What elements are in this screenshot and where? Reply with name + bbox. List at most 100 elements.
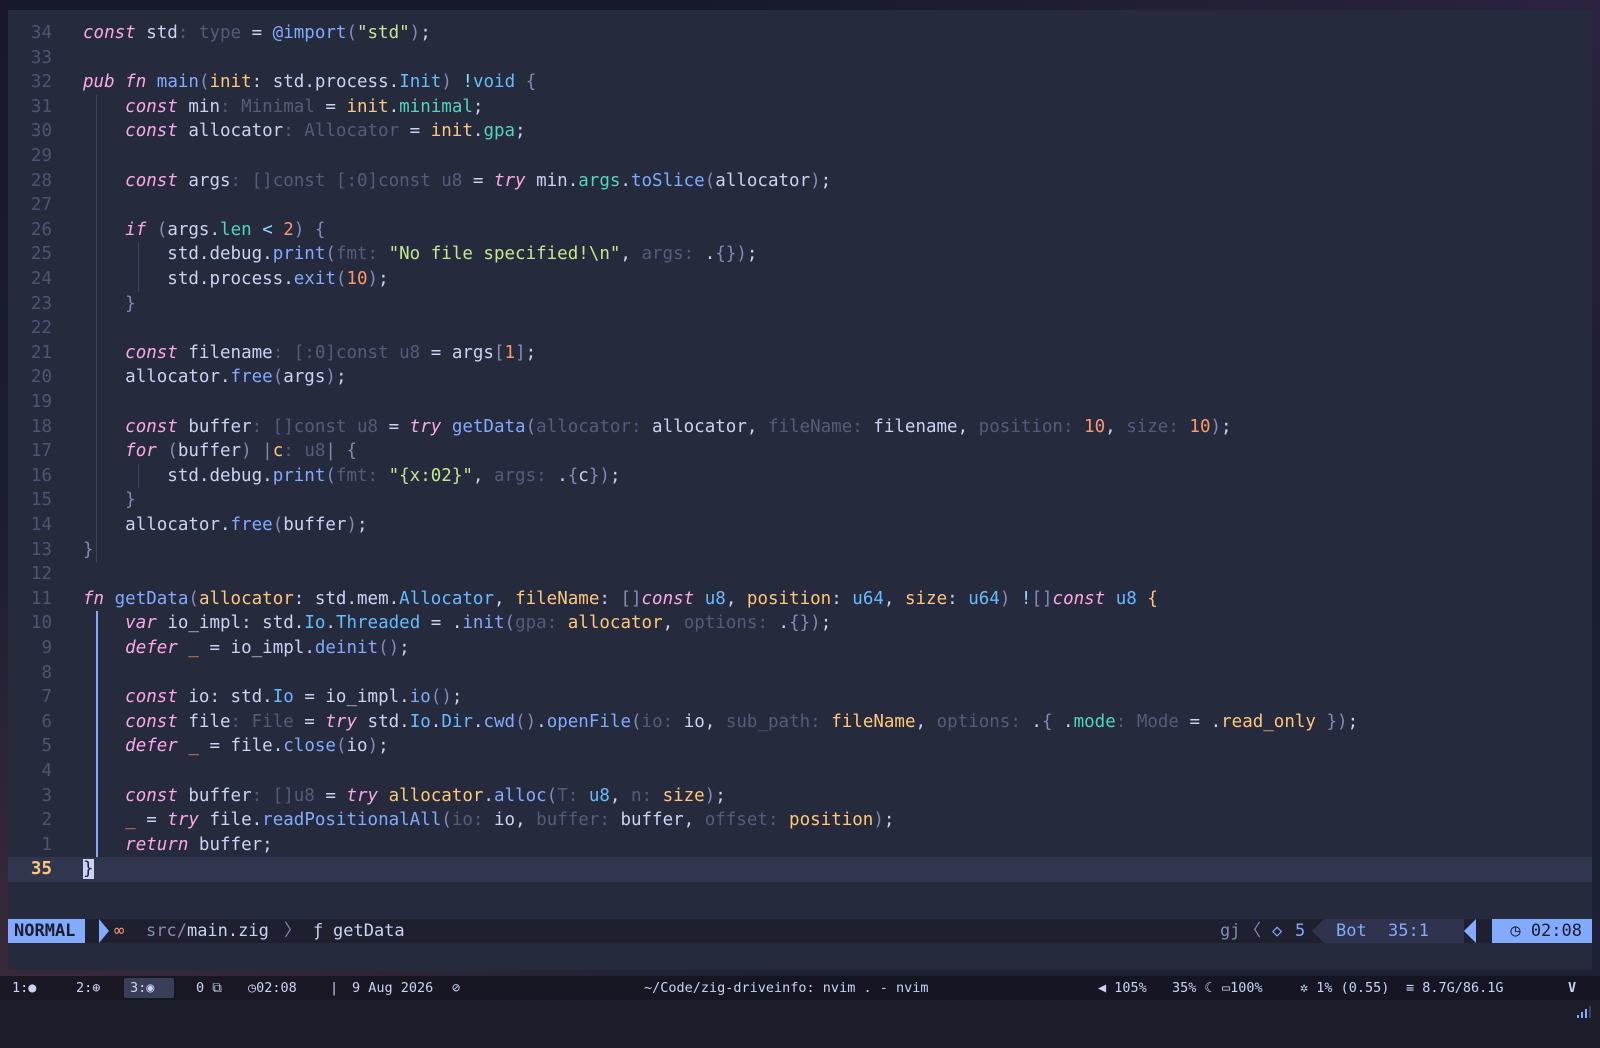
zig-file-icon: ∞ [114, 921, 125, 941]
code-line[interactable]: 22 [8, 316, 1592, 341]
tray-app-icon[interactable]: V [1568, 976, 1576, 1000]
workspace-3-label: 3: [130, 980, 147, 996]
code-line[interactable]: 32 pub fn main(init: std.process.Init) !v… [8, 70, 1592, 95]
code-line[interactable]: 24 std.process.exit(10); [8, 267, 1592, 292]
code-line[interactable]: 2 _ = try file.readPositionalAll(io: io,… [8, 808, 1592, 833]
line-number: 5 [41, 736, 52, 757]
code-line[interactable]: 31 const min: Minimal = init.minimal; [8, 95, 1592, 120]
line-number: 3 [41, 785, 52, 806]
record-icon: ◉ [146, 980, 155, 996]
code-line[interactable]: 30 const allocator: Allocator = init.gpa… [8, 119, 1592, 144]
statusline-clock: ◷ 02:08 [1492, 919, 1592, 943]
code-line[interactable]: 4 [8, 759, 1592, 784]
line-number: 30 [30, 121, 52, 142]
workspace-extra[interactable]: 0 ⧉ [196, 976, 222, 1000]
code-line[interactable]: 3 const buffer: []u8 = try allocator.all… [8, 784, 1592, 809]
code-text: } [125, 490, 136, 511]
code-line[interactable]: 34 const std: type = @import("std"); [8, 21, 1592, 46]
cpu-usage: 1% (0.55) [1316, 980, 1390, 996]
code-text: } [83, 859, 94, 880]
terminal-window[interactable]: 34 const std: type = @import("std"); 33 32 p… [8, 10, 1592, 970]
code-text: allocator.free(buffer); [125, 515, 368, 535]
battery-level: 100% [1230, 980, 1263, 996]
scroll-position: Bot [1336, 921, 1367, 941]
line-number: 17 [30, 441, 52, 462]
code-line[interactable]: 1 return buffer; [8, 833, 1592, 858]
lsp-count: 5 [1295, 921, 1306, 941]
line-number: 33 [30, 47, 52, 68]
idle-inhibitor-icon[interactable]: ⊘ [452, 976, 460, 1000]
volume-level: 105% [1114, 980, 1147, 996]
line-number: 25 [30, 244, 52, 265]
code-line-current[interactable]: 35} [8, 857, 1592, 883]
code-text: std.debug.print(fmt: "{x:02}", args: .{c… [167, 465, 621, 486]
bar-date: 9 Aug 2026 [352, 980, 434, 996]
code-line[interactable]: 12 [8, 562, 1592, 587]
code-line[interactable]: 14 allocator.free(buffer); [8, 513, 1592, 538]
clock-icon: ◷ [1510, 921, 1521, 941]
bar-separator: | [330, 980, 339, 996]
line-number: 12 [30, 564, 52, 585]
code-line[interactable]: 7 const io: std.Io = io_impl.io(); [8, 685, 1592, 710]
file-path[interactable]: src/main.zig [146, 919, 269, 943]
code-line[interactable]: 9 defer _ = io_impl.deinit(); [8, 636, 1592, 661]
code-line[interactable]: 33 [8, 46, 1592, 71]
pending-keys: gj [1220, 921, 1241, 941]
position-separator [1312, 919, 1324, 943]
code-line[interactable]: 15 } [8, 488, 1592, 513]
workspace-1[interactable]: 1:● [12, 976, 36, 1000]
line-number: 19 [30, 392, 52, 412]
brightness-module[interactable]: 35% ☾ [1172, 976, 1213, 1000]
file-name: main.zig [186, 921, 269, 941]
code-text: for (buffer) |c: u8| { [125, 441, 358, 462]
code-line[interactable]: 28 const args: []const [:0]const u8 = tr… [8, 169, 1592, 194]
line-number: 4 [41, 761, 52, 781]
line-number: 26 [30, 219, 52, 240]
code-line[interactable]: 11 fn getData(allocator: std.mem.Allocato… [8, 587, 1592, 612]
line-number: 31 [30, 96, 52, 117]
code-text: const args: []const [:0]const u8 = try m… [125, 170, 832, 191]
line-number: 24 [30, 269, 52, 289]
bar-clock: ◷02:08 [248, 976, 297, 1000]
workspace-2[interactable]: 2:⊕ [76, 976, 100, 1000]
line-number: 14 [30, 515, 52, 535]
code-text: return buffer; [125, 834, 273, 855]
breadcrumb-function[interactable]: getData [333, 919, 405, 943]
window-icon: ⧉ [212, 980, 222, 996]
cursor-position: 35:1 [1388, 921, 1429, 941]
code-line[interactable]: 29 [8, 144, 1592, 169]
code-line[interactable]: 10 var io_impl: std.Io.Threaded = .init(… [8, 611, 1592, 636]
cpu-icon: ✲ [1300, 980, 1309, 996]
code-line[interactable]: 23 } [8, 292, 1592, 317]
workspace-2-label: 2: [76, 980, 93, 996]
code-text: fn getData(allocator: std.mem.Allocator,… [83, 588, 1158, 609]
code-line[interactable]: 27 [8, 193, 1592, 218]
code-line[interactable]: 5 defer _ = file.close(io); [8, 734, 1592, 759]
indent-guide [138, 463, 139, 489]
code-line[interactable]: 8 [8, 661, 1592, 686]
function-icon: ƒ [313, 921, 324, 941]
code-line[interactable]: 20 allocator.free(args); [8, 365, 1592, 390]
line-number: 21 [30, 342, 52, 363]
volume-module[interactable]: ◀ 105% [1098, 976, 1147, 1000]
code-text: const filename: [:0]const u8 = args[1]; [125, 342, 537, 363]
memory-icon: ≡ [1406, 980, 1415, 996]
clock-icon: ◷ [248, 980, 257, 996]
code-editor[interactable]: 34 const std: type = @import("std"); 33 32 p… [8, 10, 1592, 920]
code-line[interactable]: 16 std.debug.print(fmt: "{x:02}", args: … [8, 464, 1592, 489]
code-line[interactable]: 25 std.debug.print(fmt: "No file specifi… [8, 242, 1592, 267]
code-line[interactable]: 6 const file: File = try std.Io.Dir.cwd(… [8, 710, 1592, 735]
line-number: 20 [30, 367, 52, 388]
moon-icon: ☾ [1204, 980, 1213, 996]
code-line[interactable]: 17 for (buffer) |c: u8| { [8, 439, 1592, 464]
code-line[interactable]: 19 [8, 390, 1592, 415]
code-line[interactable]: 21 const filename: [:0]const u8 = args[1… [8, 341, 1592, 366]
workspace-3[interactable]: 3:◉ [130, 976, 154, 1000]
memory-usage: 8.7G/86.1G [1422, 980, 1504, 996]
line-number: 32 [30, 72, 52, 93]
line-number: 27 [30, 195, 52, 216]
mode-indicator: NORMAL [8, 919, 86, 943]
code-line[interactable]: 13} [8, 538, 1592, 563]
code-line[interactable]: 18 const buffer: []const u8 = try getDat… [8, 415, 1592, 440]
code-line[interactable]: 26 if (args.len < 2) { [8, 218, 1592, 243]
